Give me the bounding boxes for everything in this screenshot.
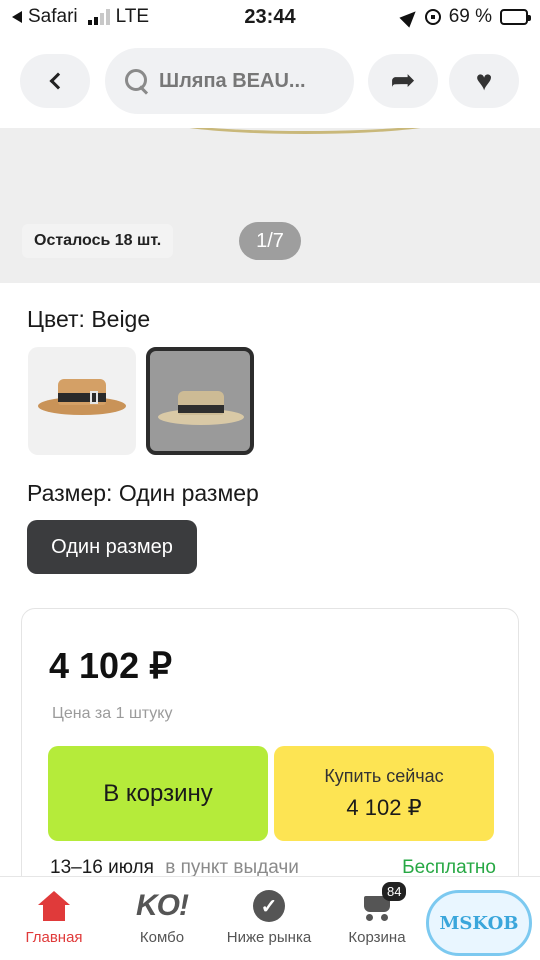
stock-badge: Осталось 18 шт. [22,224,174,258]
back-button[interactable] [20,54,90,108]
tab-label: Главная [25,929,83,946]
cart-count-badge: 84 [382,882,407,901]
cart-icon: 84 [360,882,407,929]
gallery-page-indicator: 1/7 [239,222,301,260]
buy-now-price: 4 102 ₽ [346,795,422,820]
price: 4 102 ₽ [49,645,172,686]
buy-now-label: Купить сейчас [324,766,444,786]
color-label: Цвет: Beige [27,306,151,332]
size-option-chip[interactable]: Один размер [27,520,197,574]
price-per-unit-note: Цена за 1 штуку [52,705,173,722]
status-bar: Safari LTE 23:44 69 % [0,0,540,36]
home-icon [38,883,70,929]
tab-label: Ниже рынка [226,929,312,946]
product-image-edge [150,128,460,134]
battery-icon [500,9,531,25]
tab-below-market[interactable]: ✓ Ниже рынка [215,883,323,960]
status-right: 69 % [399,6,531,28]
hat-thumbnail [150,351,250,451]
color-swatch-brown[interactable] [28,347,136,455]
buy-now-button[interactable]: Купить сейчас 4 102 ₽ [274,746,494,841]
favorite-button[interactable]: ♥ [449,54,519,108]
add-to-cart-button[interactable]: В корзину [48,746,268,841]
hat-thumbnail [28,347,136,455]
ko-logo-icon: KO! [136,889,189,922]
top-nav: Шляпа BEAU... ➦ ♥ [0,46,540,114]
price-card: 4 102 ₽ Цена за 1 штуку В корзину Купить… [21,608,519,908]
delivery-dates: 13–16 июля [50,857,154,878]
tab-cart[interactable]: 84 Корзина [323,882,431,960]
tab-combo[interactable]: KO! Комбо [108,883,216,960]
share-button[interactable]: ➦ [368,54,438,108]
search-text: Шляпа BEAU... [159,69,306,92]
chevron-left-icon [49,72,66,90]
share-icon: ➦ [390,64,416,97]
tab-home[interactable]: Главная [0,883,108,960]
size-label: Размер: Один размер [27,480,259,506]
check-badge-icon: ✓ [253,883,285,929]
search-input[interactable]: Шляпа BEAU... [105,48,354,114]
heart-icon: ♥ [475,65,493,96]
search-icon [125,69,149,93]
product-gallery[interactable]: Осталось 18 шт. 1/7 [0,128,540,283]
tab-label: Комбо [139,929,185,946]
delivery-method: в пункт выдачи [165,857,299,878]
tab-label: Корзина [348,929,406,946]
battery-percent: 69 % [448,6,492,27]
location-icon [399,6,421,28]
rotation-lock-icon [424,9,441,25]
color-swatch-beige-selected[interactable] [146,347,254,455]
watermark-logo: MSKOB [426,890,532,956]
